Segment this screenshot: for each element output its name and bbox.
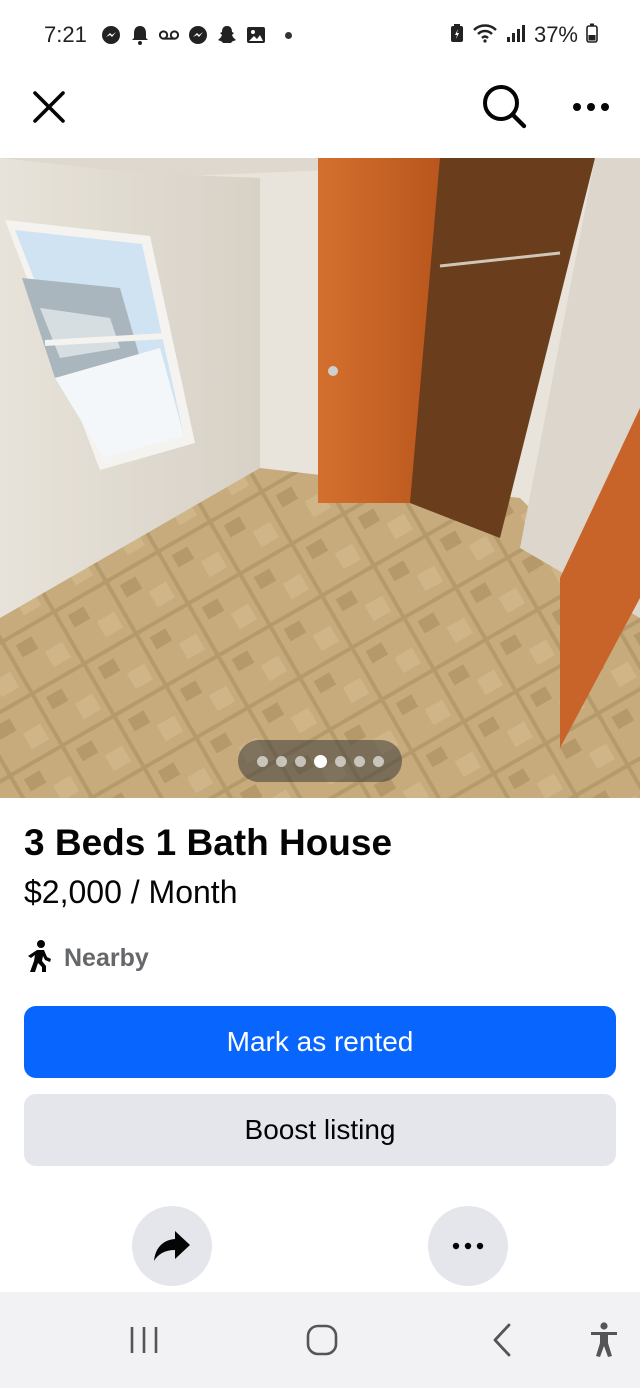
location-text: Nearby <box>64 943 149 972</box>
recent-apps-icon <box>130 1327 158 1353</box>
carousel-dot <box>256 755 268 767</box>
battery-saver-icon <box>450 23 464 48</box>
notification-icons <box>101 25 292 45</box>
messenger-icon <box>188 25 208 45</box>
carousel-dot <box>275 755 287 767</box>
listing-price: $2,000 / Month <box>24 874 238 910</box>
more-icon <box>573 103 609 111</box>
home-icon <box>306 1324 338 1356</box>
close-icon <box>33 91 65 123</box>
listing-photo[interactable] <box>0 158 640 798</box>
status-time: 7:21 <box>44 22 87 47</box>
more-notifications-dot <box>284 31 292 39</box>
top-nav <box>0 70 640 158</box>
gallery-icon <box>246 25 266 45</box>
carousel-dot <box>334 755 346 767</box>
listing-title: 3 Beds 1 Bath House <box>24 822 393 863</box>
snapchat-icon <box>217 25 237 45</box>
accessibility-icon <box>591 1322 617 1357</box>
wifi-icon <box>472 23 498 48</box>
notification-bell-icon <box>130 25 150 45</box>
voicemail-icon <box>158 25 179 45</box>
system-nav-bar <box>0 1292 640 1388</box>
more-icon <box>452 1242 484 1250</box>
carousel-dot-active <box>313 754 327 768</box>
back-icon <box>493 1323 511 1357</box>
share-button[interactable] <box>132 1206 212 1286</box>
messenger-icon <box>101 25 121 45</box>
battery-percent: 37% <box>533 22 578 47</box>
status-bar: 7:21 37% <box>0 0 640 70</box>
more-actions-button[interactable] <box>428 1206 508 1286</box>
recent-apps-button[interactable] <box>120 1316 168 1364</box>
carousel-dot <box>372 755 384 767</box>
signal-icon <box>506 23 526 48</box>
accessibility-button[interactable] <box>580 1316 628 1364</box>
location-row: Nearby <box>24 938 149 978</box>
close-button[interactable] <box>26 84 72 130</box>
search-button[interactable] <box>478 80 530 132</box>
mark-as-rented-button[interactable]: Mark as rented <box>24 1006 616 1078</box>
status-right-icons: 37% <box>450 0 598 70</box>
share-icon <box>154 1231 190 1261</box>
more-options-button[interactable] <box>568 84 614 130</box>
boost-listing-button[interactable]: Boost listing <box>24 1094 616 1166</box>
carousel-indicator[interactable] <box>238 740 402 782</box>
home-button[interactable] <box>298 1316 346 1364</box>
room-image <box>0 158 640 798</box>
search-icon <box>483 85 527 129</box>
walking-icon <box>24 939 54 978</box>
back-button[interactable] <box>478 1316 526 1364</box>
battery-icon <box>586 23 598 48</box>
carousel-dot <box>353 755 365 767</box>
carousel-dot <box>294 755 306 767</box>
